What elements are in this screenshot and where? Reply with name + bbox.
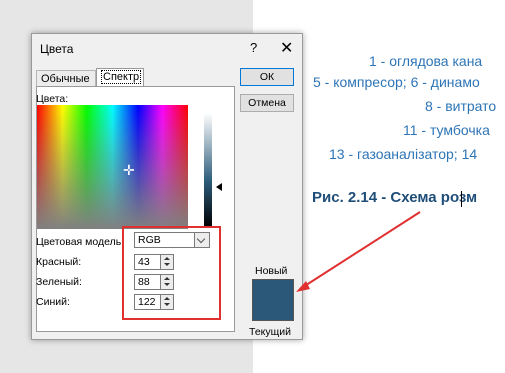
annotation-arrow	[296, 211, 421, 292]
arrow-shaft	[299, 211, 421, 290]
arrow-head	[296, 281, 310, 292]
